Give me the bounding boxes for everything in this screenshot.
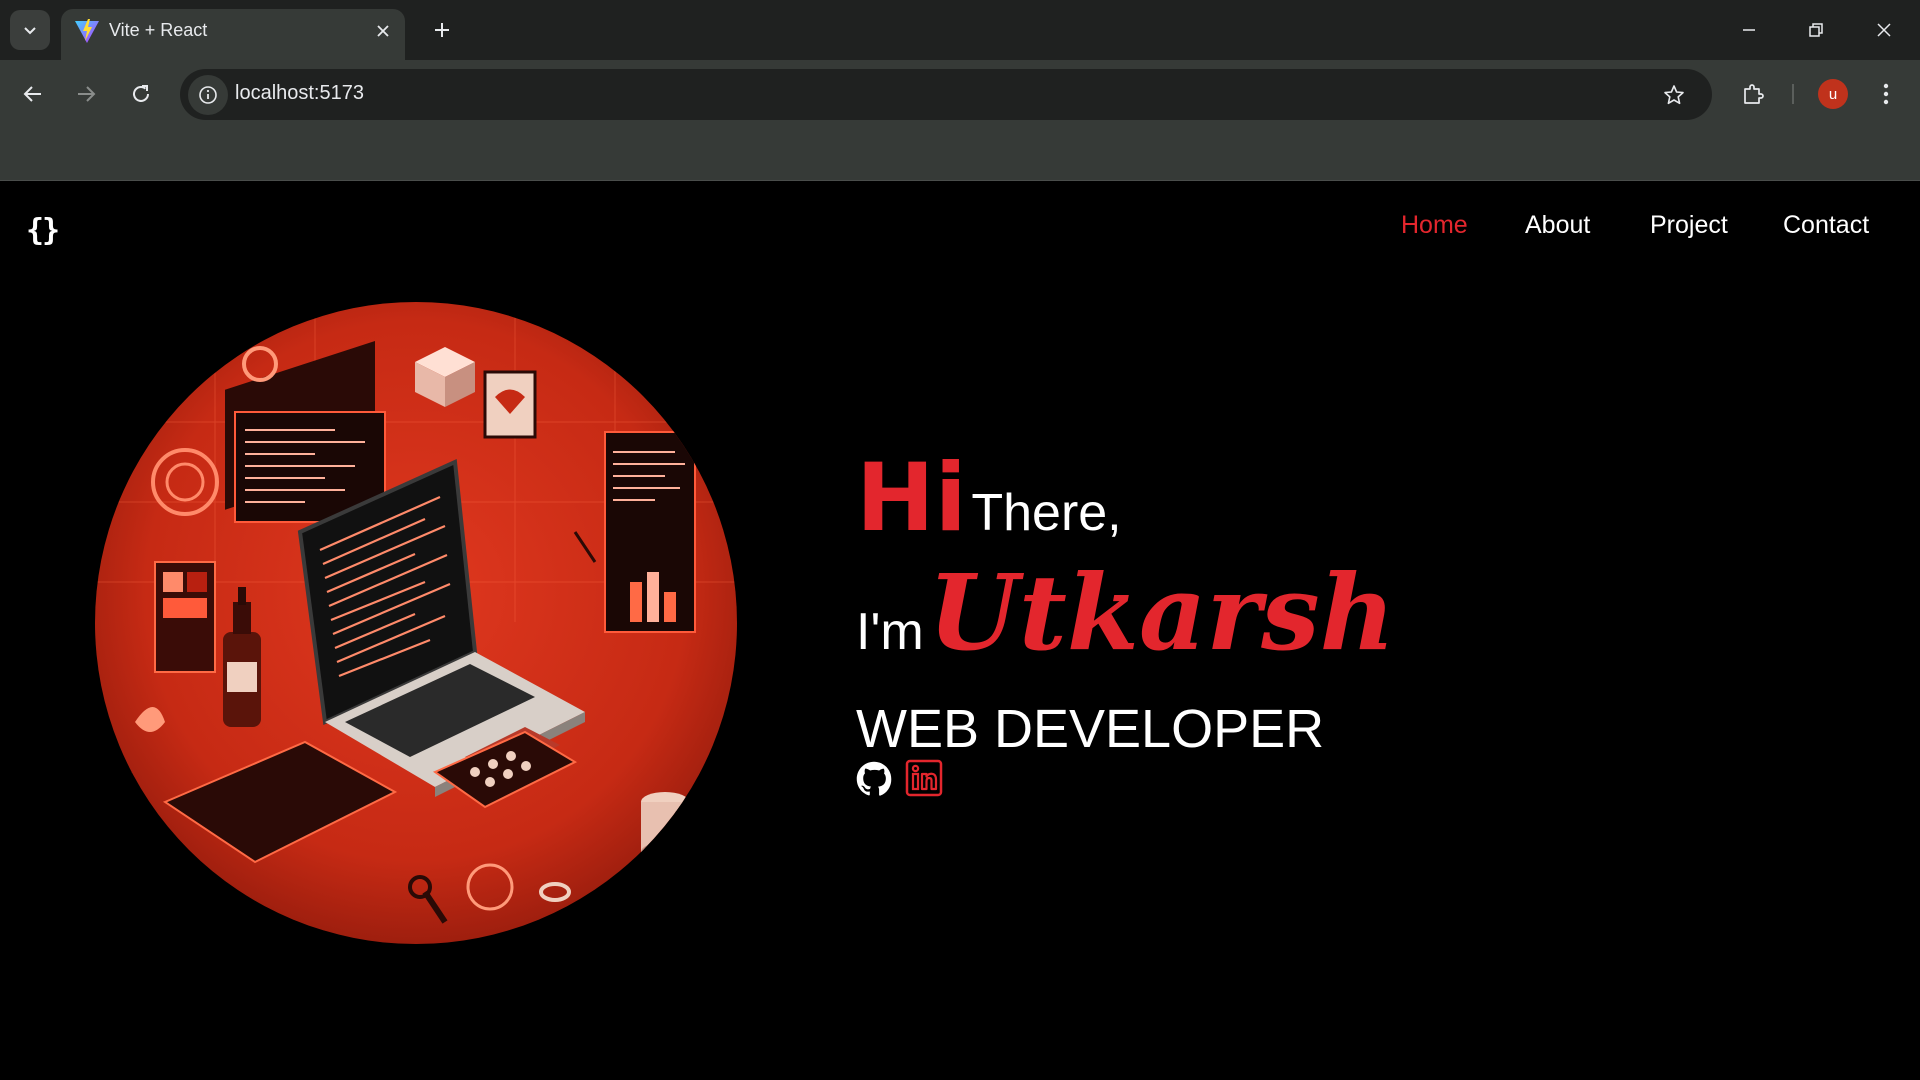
tab-search-button[interactable] [10,10,50,50]
hero-name: Utkarsh [928,551,1396,674]
browser-tab[interactable]: Vite + React [61,9,405,60]
browser-tab-bar: Vite + React [0,0,1920,60]
reload-button[interactable] [121,74,161,114]
close-window-button[interactable] [1864,10,1904,50]
nav-contact[interactable]: Contact [1783,211,1869,240]
star-icon [1664,85,1684,105]
greeting-hi: Hi [856,444,967,553]
bookmark-button[interactable] [1654,75,1694,115]
intro-line: I'm Utkarsh [856,551,1395,674]
intro-im: I'm [856,603,924,661]
github-icon [856,761,892,796]
close-icon [377,25,389,37]
back-button[interactable] [13,74,53,114]
nav-project[interactable]: Project [1650,211,1728,240]
profile-avatar[interactable]: u [1818,79,1848,109]
page-content: {} Home About Project Contact Hi There, … [0,181,1920,1080]
linkedin-icon [905,759,943,797]
toolbar-separator [1792,84,1794,104]
browser-menu-button[interactable] [1868,74,1904,114]
github-link[interactable] [856,761,892,797]
site-logo[interactable]: {} [26,213,60,248]
linkedin-link[interactable] [905,759,943,797]
puzzle-icon [1744,84,1764,104]
new-tab-button[interactable] [424,12,460,48]
extensions-button[interactable] [1733,74,1773,114]
chevron-down-icon [24,27,36,35]
restore-icon [1809,23,1823,37]
minimize-button[interactable] [1729,10,1769,50]
greeting-line: Hi There, [856,444,1122,553]
plus-icon [435,23,449,37]
arrow-right-icon [78,86,96,102]
arrow-left-icon [23,86,41,102]
minimize-icon [1743,29,1755,31]
bookmarks-bar [0,129,1920,181]
hero-illustration [95,302,737,944]
nav-home[interactable]: Home [1401,211,1468,240]
restore-button[interactable] [1796,10,1836,50]
tab-title: Vite + React [109,20,208,40]
browser-toolbar: localhost:5173 u [0,60,1920,129]
close-icon [1877,23,1891,37]
nav-about[interactable]: About [1525,211,1590,240]
forward-button[interactable] [66,74,106,114]
more-vertical-icon [1883,83,1889,105]
url-text[interactable]: localhost:5173 [235,82,364,105]
site-info-button[interactable] [188,75,228,115]
address-bar[interactable]: localhost:5173 [180,69,1712,120]
reload-icon [133,85,149,102]
hero-role: WEB DEVELOPER [856,699,1325,759]
info-icon [199,86,217,104]
tab-close-button[interactable] [371,19,395,43]
vite-logo-icon [75,19,99,43]
greeting-there: There, [971,484,1122,542]
